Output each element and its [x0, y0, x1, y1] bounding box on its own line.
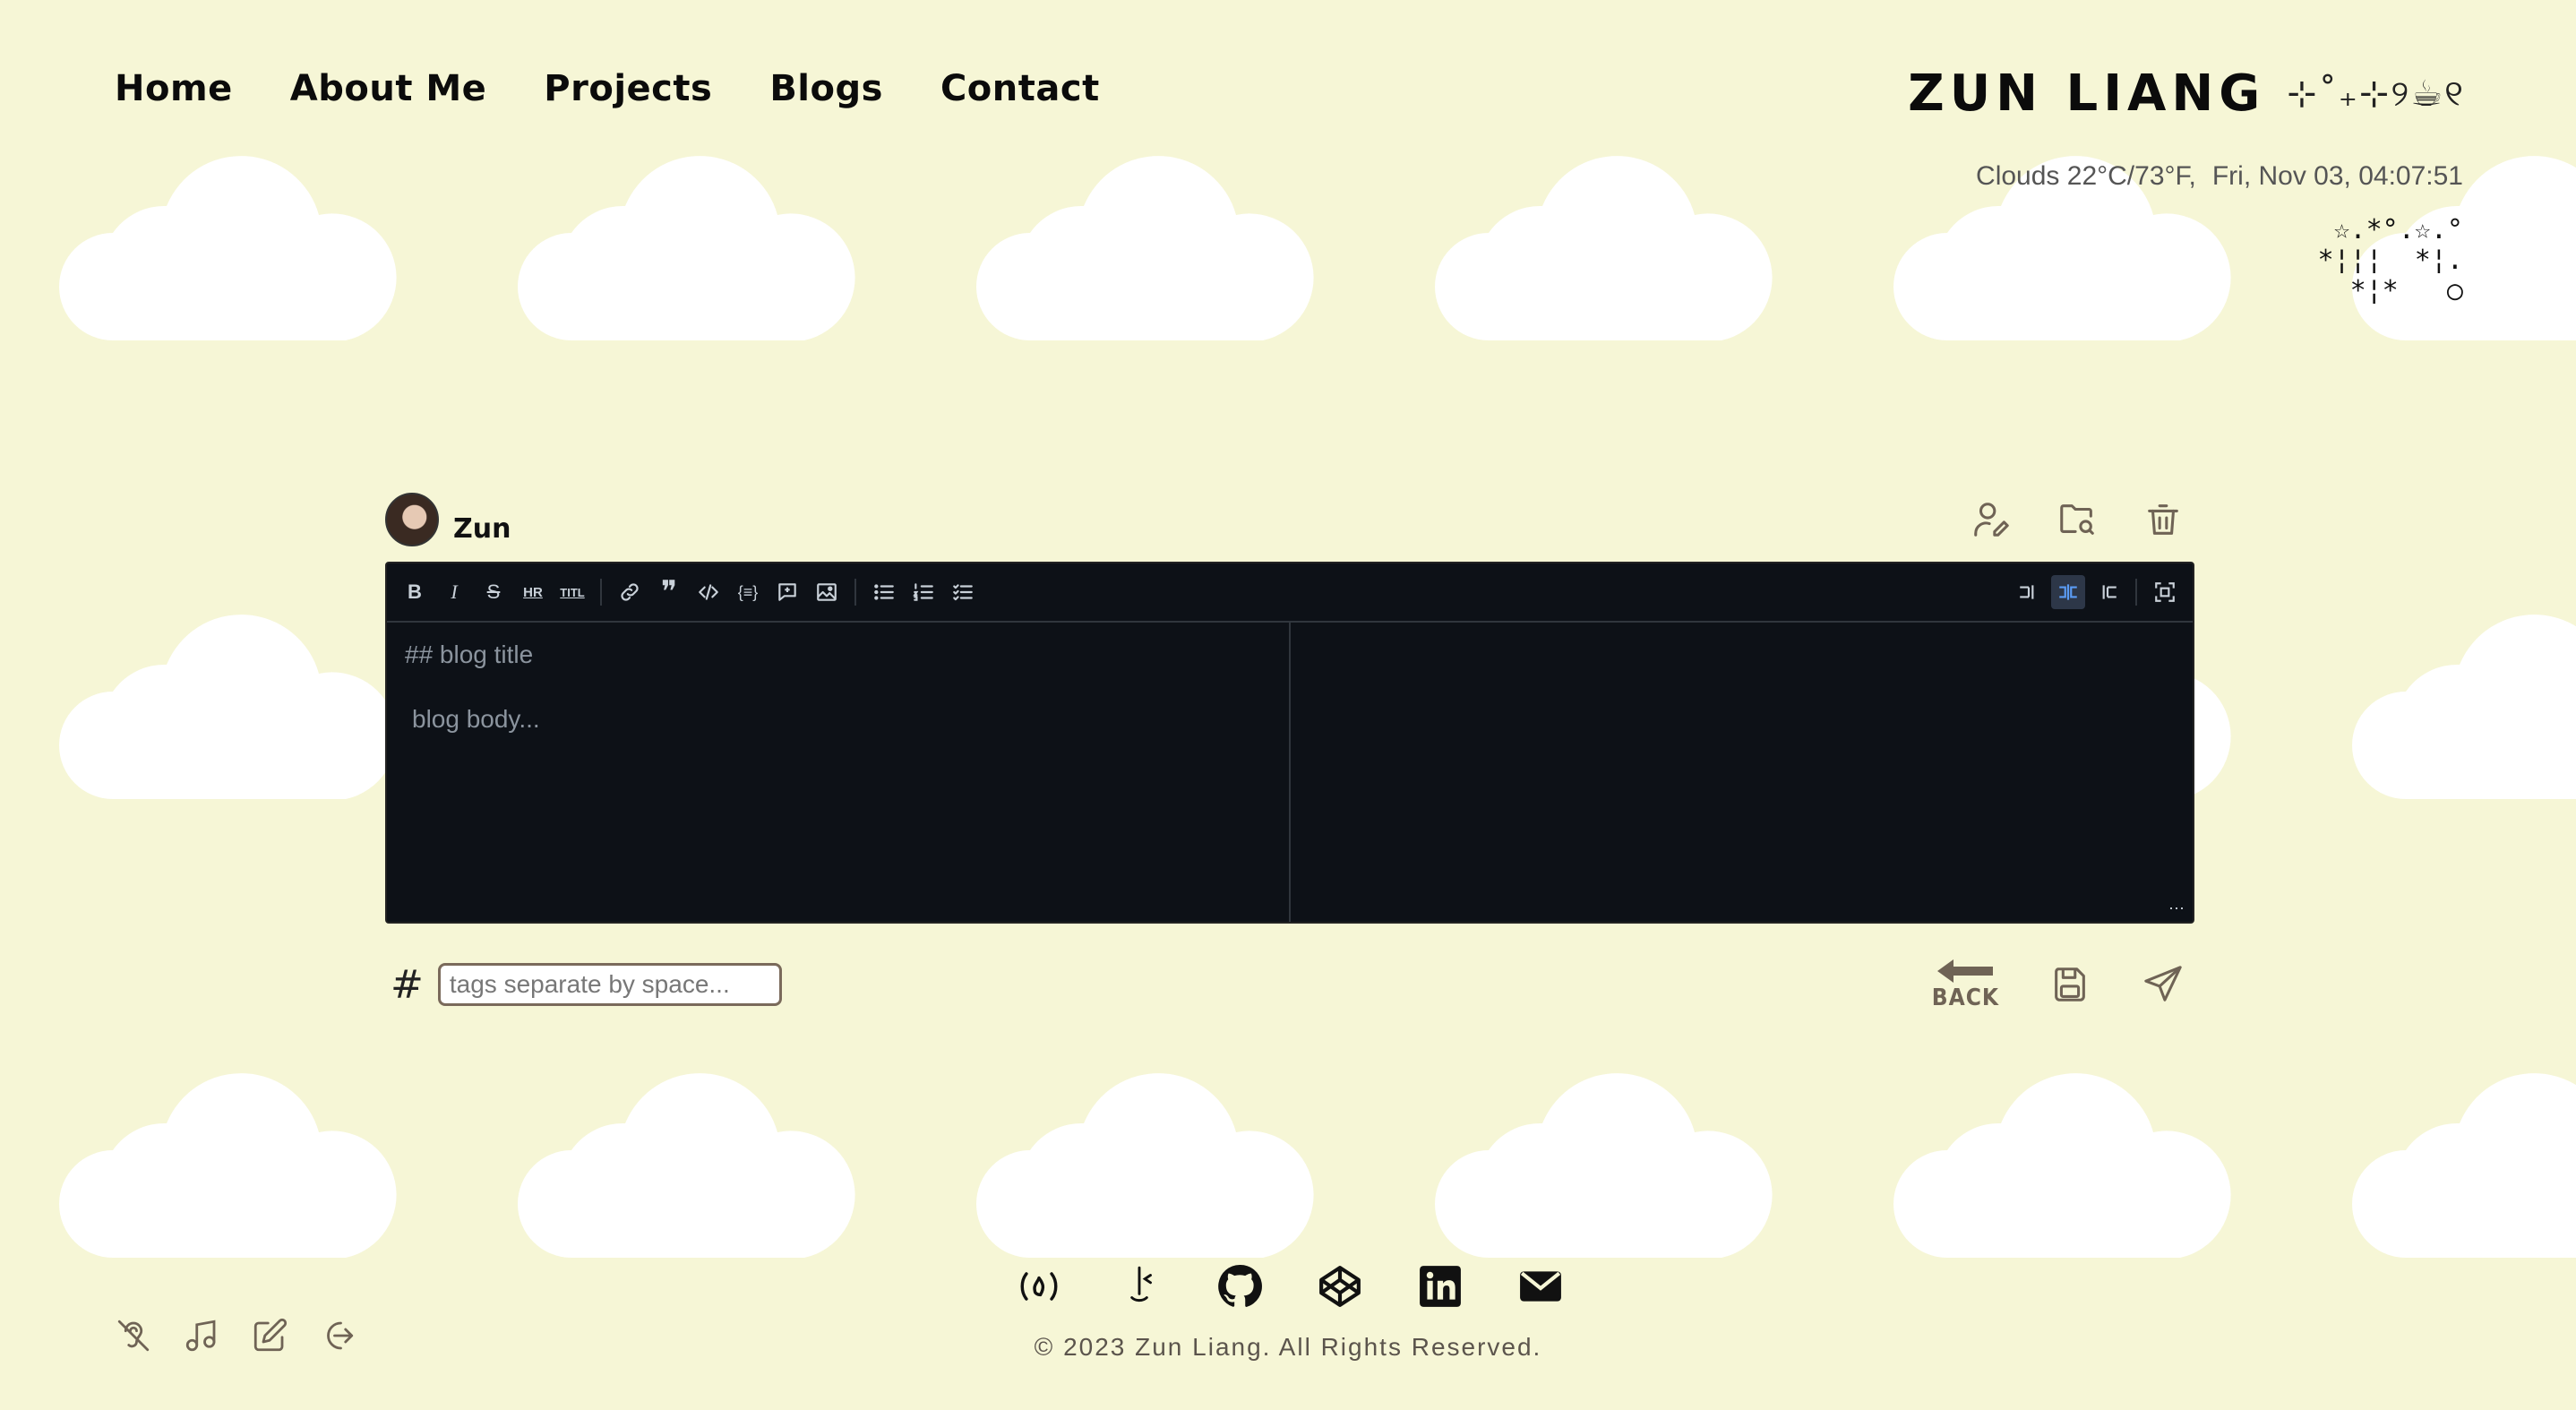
checked-list-icon[interactable]	[946, 575, 980, 609]
cloud-shape	[59, 113, 399, 340]
markdown-input-pane[interactable]: ## blog title blog body...	[387, 623, 1291, 922]
delete-icon[interactable]	[2141, 497, 2185, 542]
unordered-list-icon[interactable]	[867, 575, 901, 609]
accessibility-off-icon[interactable]	[111, 1313, 156, 1358]
copyright: © 2023 Zun Liang. All Rights Reserved.	[1034, 1333, 1542, 1361]
format-tools: B I S HR TITL ❞ {≡}	[398, 574, 980, 610]
quote-icon[interactable]: ❞	[652, 574, 686, 610]
toolbar-divider	[854, 579, 856, 606]
browse-drafts-icon[interactable]	[2055, 497, 2099, 542]
tag-row: # BACK	[385, 958, 2194, 1011]
cloud-shape	[1435, 113, 1775, 340]
fullscreen-icon[interactable]	[2148, 575, 2182, 609]
tags-field-group: #	[385, 962, 782, 1008]
cloud-shape	[976, 1030, 1317, 1258]
brand-decoration: ⊹˚₊⊹୨☕୧	[2287, 73, 2465, 115]
link-icon[interactable]	[613, 575, 647, 609]
edit-profile-icon[interactable]	[1969, 497, 2014, 542]
stars-decoration: ☆.*°.☆.° *¦¦¦ *¦. *¦* ○	[2317, 214, 2463, 306]
back-label: BACK	[1931, 984, 1999, 1011]
cloud-shape	[59, 572, 399, 799]
preview-pane	[1291, 623, 2193, 922]
leetcode-icon[interactable]	[1114, 1261, 1164, 1311]
markdown-editor: B I S HR TITL ❞ {≡} ## blog title blog b…	[385, 562, 2194, 924]
blog-title-placeholder: ## blog title	[405, 641, 534, 668]
blog-body-placeholder: blog body...	[412, 705, 540, 733]
back-button[interactable]: BACK	[1932, 958, 1999, 1011]
site-title: ZUN LIANG	[1908, 64, 2266, 123]
utility-toolbar	[111, 1313, 360, 1358]
freecodecamp-icon[interactable]	[1014, 1261, 1064, 1311]
comment-icon[interactable]	[770, 575, 804, 609]
cloud-shape	[2352, 1030, 2576, 1258]
cloud-shape	[518, 113, 858, 340]
nav-contact[interactable]: Contact	[940, 68, 1100, 109]
code-block-icon[interactable]: {≡}	[731, 575, 765, 609]
cloud-shape	[976, 113, 1317, 340]
music-icon[interactable]	[179, 1313, 224, 1358]
cloud-shape	[1893, 113, 2234, 340]
cloud-shape	[2352, 572, 2576, 799]
live-preview-icon[interactable]	[2051, 575, 2085, 609]
hr-icon[interactable]: HR	[516, 575, 550, 609]
cloud-shape	[1435, 1030, 1775, 1258]
toolbar-divider	[600, 579, 602, 606]
cloud-shape	[518, 1030, 858, 1258]
bold-icon[interactable]: B	[398, 575, 432, 609]
nav-home[interactable]: Home	[115, 68, 233, 109]
save-icon[interactable]	[2048, 962, 2092, 1007]
main-nav: Home About Me Projects Blogs Contact	[115, 68, 1100, 109]
nav-about-me[interactable]: About Me	[290, 68, 487, 109]
post-actions: BACK	[1932, 958, 2185, 1011]
weather-text: Clouds 22°C/73°F,	[1976, 161, 2196, 191]
view-mode-tools	[2012, 575, 2182, 609]
cloud-shape	[59, 1030, 399, 1258]
cloud-shape	[1893, 1030, 2234, 1258]
ordered-list-icon[interactable]	[906, 575, 940, 609]
editor-toolbar: B I S HR TITL ❞ {≡}	[387, 563, 2193, 623]
logout-icon[interactable]	[315, 1313, 360, 1358]
weather-widget: Clouds 22°C/73°F, Fri, Nov 03, 04:07:51	[1976, 161, 2463, 192]
blog-editor-section: Zun B I S HR TITL ❞ {≡} ## blog title bl…	[385, 488, 2194, 1011]
arrow-left-icon	[1937, 959, 1994, 983]
datetime-text: Fri, Nov 03, 04:07:51	[2211, 161, 2463, 191]
editor-header: Zun	[385, 488, 2194, 551]
avatar	[385, 493, 439, 546]
author-name: Zun	[453, 512, 511, 545]
nav-projects[interactable]: Projects	[544, 68, 712, 109]
author: Zun	[385, 493, 511, 546]
nav-blogs[interactable]: Blogs	[769, 68, 883, 109]
toolbar-divider	[2135, 579, 2137, 606]
editor-panes: ## blog title blog body...	[387, 623, 2193, 922]
send-icon[interactable]	[2141, 962, 2185, 1007]
write-blog-icon[interactable]	[247, 1313, 292, 1358]
email-icon[interactable]	[1516, 1261, 1566, 1311]
preview-only-icon[interactable]	[2091, 575, 2125, 609]
image-icon[interactable]	[810, 575, 844, 609]
resize-handle[interactable]: ⋯	[2168, 899, 2185, 918]
hash-icon: #	[391, 961, 424, 1008]
italic-icon[interactable]: I	[437, 575, 471, 609]
title-icon[interactable]: TITL	[555, 575, 589, 609]
strikethrough-icon[interactable]: S	[477, 575, 511, 609]
editor-header-actions	[1969, 497, 2185, 542]
edit-only-icon[interactable]	[2012, 575, 2046, 609]
social-links	[1014, 1261, 1566, 1311]
code-icon[interactable]	[691, 575, 726, 609]
codepen-icon[interactable]	[1315, 1261, 1365, 1311]
github-icon[interactable]	[1215, 1261, 1265, 1311]
linkedin-icon[interactable]	[1415, 1261, 1465, 1311]
tags-input[interactable]	[437, 963, 782, 1006]
brand: ZUN LIANG ⊹˚₊⊹୨☕୧	[1908, 64, 2465, 123]
